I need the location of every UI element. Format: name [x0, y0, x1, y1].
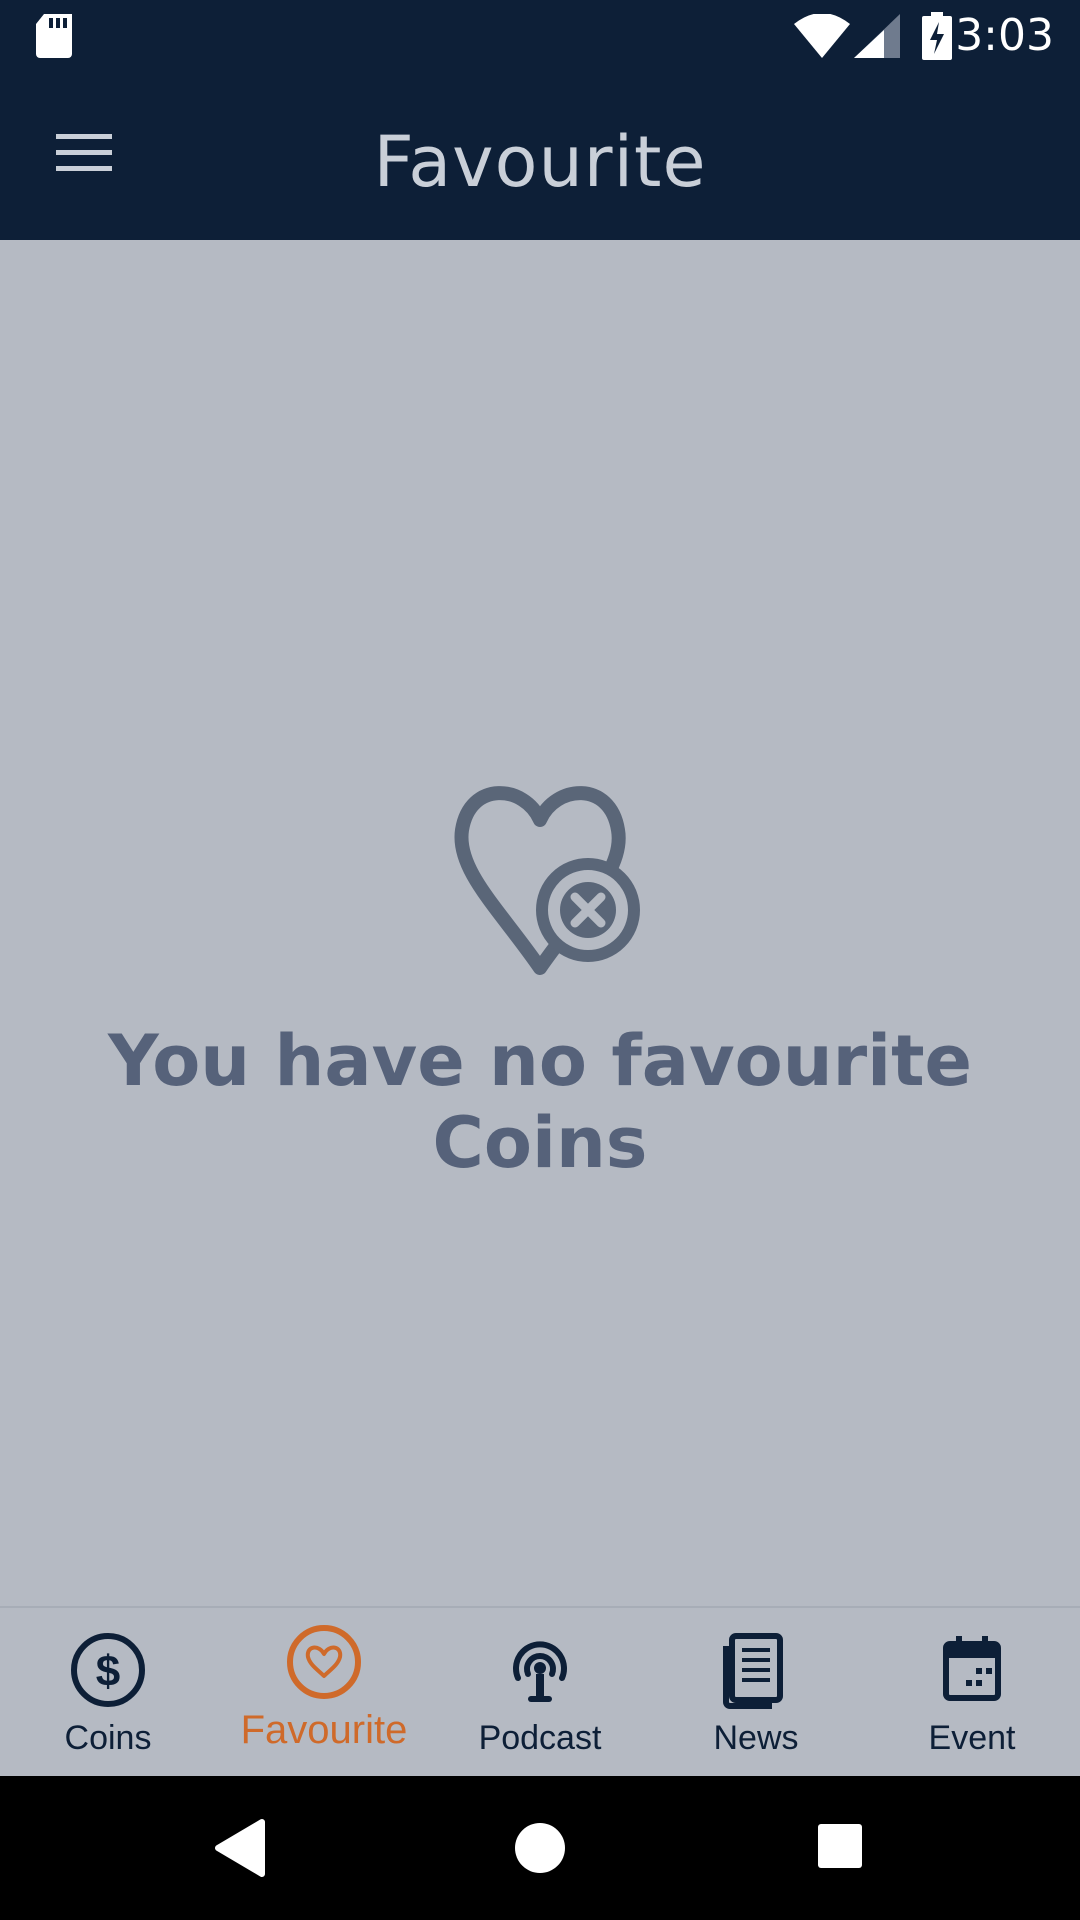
system-navigation-bar: [0, 1776, 1080, 1920]
nav-item-event[interactable]: Event: [864, 1608, 1080, 1778]
calendar-icon: [943, 1636, 1001, 1701]
page-title: Favourite: [373, 121, 707, 203]
recents-icon[interactable]: [816, 1822, 864, 1870]
svg-text:$: $: [96, 1647, 120, 1696]
nav-item-coins[interactable]: $ Coins: [0, 1608, 216, 1778]
status-time: 3:03: [955, 10, 1054, 61]
heart-circle-icon: [287, 1625, 361, 1699]
wifi-icon: [794, 14, 850, 58]
nav-label-coins: Coins: [64, 1719, 152, 1757]
nav-label-favourite: Favourite: [240, 1708, 408, 1752]
favourites-content: You have no favourite Coins: [0, 240, 1080, 1606]
home-icon[interactable]: [512, 1820, 568, 1876]
sd-card-icon: [36, 14, 72, 58]
heart-remove-icon: [454, 786, 640, 975]
app-bar: Favourite: [0, 72, 1080, 240]
cell-signal-icon: [854, 14, 900, 58]
status-bar: 3:03: [0, 0, 1080, 72]
battery-charging-icon: [922, 12, 952, 60]
nav-item-favourite[interactable]: Favourite: [216, 1608, 432, 1778]
podcast-icon: [513, 1641, 567, 1702]
empty-state-message: You have no favourite Coins: [107, 1020, 973, 1184]
back-icon[interactable]: [212, 1818, 268, 1878]
nav-item-podcast[interactable]: Podcast: [432, 1608, 648, 1778]
bottom-navigation: $ Coins Favourite Podcast News Event: [0, 1606, 1080, 1778]
nav-item-news[interactable]: News: [648, 1608, 864, 1778]
dollar-coin-icon: $: [71, 1633, 145, 1707]
nav-label-podcast: Podcast: [478, 1719, 602, 1757]
nav-label-news: News: [713, 1719, 799, 1757]
nav-label-event: Event: [928, 1719, 1016, 1757]
newspaper-icon: [723, 1633, 783, 1709]
